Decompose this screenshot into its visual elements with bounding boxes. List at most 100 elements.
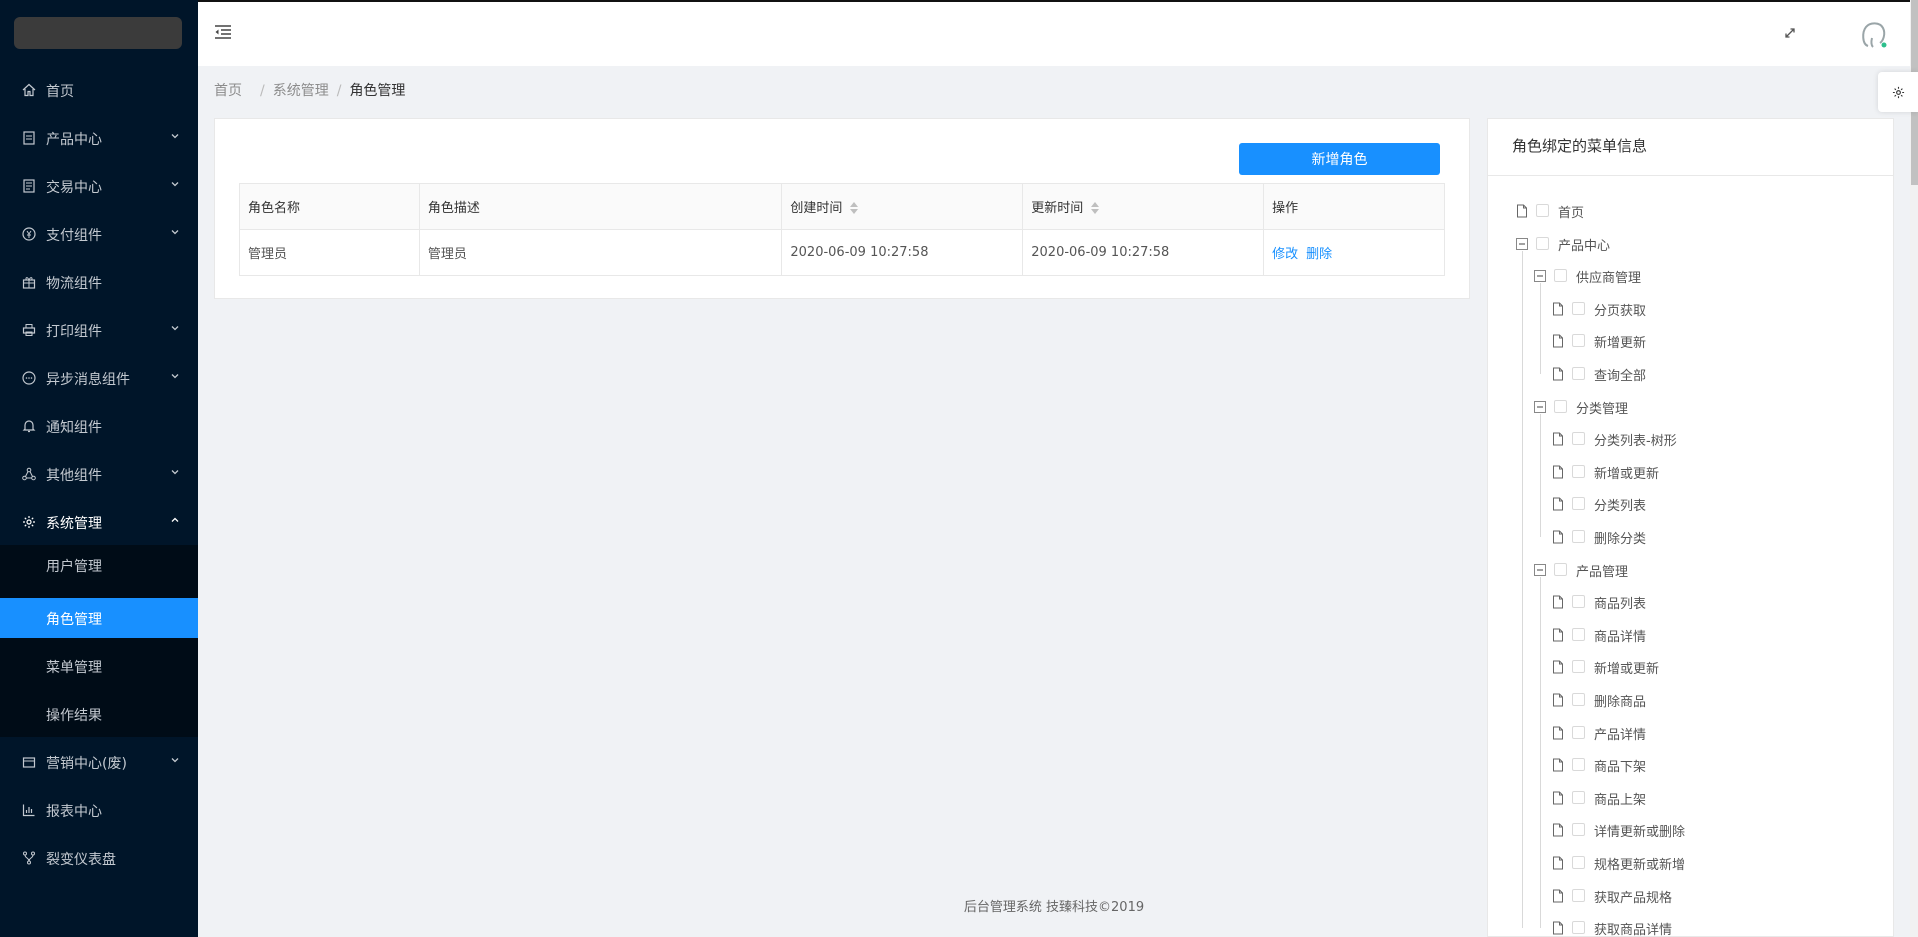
tree-node-label[interactable]: 详情更新或删除 bbox=[1594, 821, 1685, 840]
trade-icon bbox=[23, 179, 35, 193]
sidebar-subitem-users[interactable]: 用户管理 bbox=[0, 545, 198, 585]
tree-node-label[interactable]: 新增更新 bbox=[1594, 332, 1646, 351]
avatar[interactable] bbox=[1858, 18, 1890, 52]
edit-link[interactable]: 修改 bbox=[1272, 247, 1298, 262]
sidebar-subitem-menus[interactable]: 菜单管理 bbox=[0, 646, 198, 686]
settings-drawer-handle[interactable] bbox=[1878, 72, 1918, 112]
tree-checkbox[interactable] bbox=[1572, 627, 1585, 641]
tree-node-label[interactable]: 首页 bbox=[1558, 202, 1584, 221]
collapse-toggle-icon[interactable] bbox=[1534, 563, 1546, 578]
tree-checkbox[interactable] bbox=[1572, 921, 1585, 935]
file-icon bbox=[1552, 791, 1564, 805]
sidebar-item-marketing[interactable]: 营销中心(废) bbox=[0, 742, 198, 782]
sidebar-item-notification[interactable]: 通知组件 bbox=[0, 406, 198, 446]
column-header-updated[interactable]: 更新时间 bbox=[1022, 183, 1265, 230]
tree-checkbox[interactable] bbox=[1536, 204, 1549, 217]
fullscreen-icon[interactable] bbox=[1783, 26, 1797, 40]
file-icon bbox=[1552, 530, 1564, 544]
sidebar-item-trade[interactable]: 交易中心 bbox=[0, 166, 198, 206]
tree-checkbox[interactable] bbox=[1554, 399, 1567, 413]
collapse-toggle-icon[interactable] bbox=[1516, 237, 1528, 252]
sidebar-item-reports[interactable]: 报表中心 bbox=[0, 790, 198, 830]
sidebar-item-product[interactable]: 产品中心 bbox=[0, 118, 198, 158]
tree-checkbox[interactable] bbox=[1572, 334, 1585, 348]
tree-checkbox[interactable] bbox=[1572, 432, 1585, 446]
tree-node-label[interactable]: 产品详情 bbox=[1594, 724, 1646, 743]
tree-node-label[interactable]: 获取商品详情 bbox=[1594, 919, 1672, 936]
chevron-down-icon bbox=[171, 758, 179, 763]
breadcrumb-system[interactable]: 系统管理 bbox=[273, 80, 329, 100]
sidebar-subitem-operation-result[interactable]: 操作结果 bbox=[0, 694, 198, 734]
menu-fold-icon[interactable] bbox=[214, 24, 232, 40]
tree-node-label[interactable]: 商品上架 bbox=[1594, 789, 1646, 808]
sort-icon[interactable] bbox=[850, 201, 859, 214]
tree-checkbox[interactable] bbox=[1572, 725, 1585, 739]
tree-checkbox[interactable] bbox=[1572, 464, 1585, 478]
sidebar-item-payment[interactable]: 支付组件 bbox=[0, 214, 198, 254]
breadcrumb-separator: / bbox=[260, 83, 265, 99]
tree-node-label[interactable]: 供应商管理 bbox=[1576, 267, 1641, 286]
tree-checkbox[interactable] bbox=[1572, 301, 1585, 315]
sidebar-item-label: 营销中心(废) bbox=[46, 756, 127, 772]
column-header-created[interactable]: 创建时间 bbox=[781, 183, 1024, 230]
tree-node-label[interactable]: 产品管理 bbox=[1576, 561, 1628, 580]
sidebar-item-other[interactable]: 其他组件 bbox=[0, 454, 198, 494]
fork-icon bbox=[23, 851, 35, 865]
tree-node-label[interactable]: 商品详情 bbox=[1594, 626, 1646, 645]
breadcrumb-current: 角色管理 bbox=[349, 83, 406, 99]
table-header-row: 角色名称 角色描述 创建时间 更新时间 操作 bbox=[239, 183, 1445, 230]
tree-node-label[interactable]: 分类列表 bbox=[1594, 495, 1646, 514]
file-icon bbox=[1552, 693, 1564, 707]
gear-icon bbox=[1892, 86, 1905, 99]
tree-checkbox[interactable] bbox=[1572, 595, 1585, 609]
sidebar-item-async-message[interactable]: 异步消息组件 bbox=[0, 358, 198, 398]
tree-node-label[interactable]: 商品列表 bbox=[1594, 593, 1646, 612]
sidebar-item-logistics[interactable]: 物流组件 bbox=[0, 262, 198, 302]
file-icon bbox=[1552, 334, 1564, 348]
logo[interactable] bbox=[14, 17, 182, 49]
chevron-up-icon bbox=[171, 517, 179, 522]
chevron-down-icon bbox=[171, 470, 179, 475]
sidebar-item-fission-dashboard[interactable]: 裂变仪表盘 bbox=[0, 838, 198, 878]
delete-link[interactable]: 删除 bbox=[1306, 247, 1332, 262]
sidebar-item-label: 报表中心 bbox=[46, 804, 102, 820]
sort-icon[interactable] bbox=[1091, 201, 1100, 214]
tree-checkbox[interactable] bbox=[1572, 497, 1585, 511]
tree-node-label[interactable]: 查询全部 bbox=[1594, 365, 1646, 384]
breadcrumb-home[interactable]: 首页 bbox=[214, 80, 242, 100]
tree-node-label[interactable]: 新增或更新 bbox=[1594, 658, 1659, 677]
tree-node-label[interactable]: 分类列表-树形 bbox=[1594, 430, 1677, 449]
tree-checkbox[interactable] bbox=[1554, 562, 1567, 576]
sidebar: 首页 产品中心 交易中心 支付组件 物流组件 打印组件 异步消息组件 通知组件 … bbox=[0, 0, 198, 937]
tree-checkbox[interactable] bbox=[1572, 823, 1585, 837]
collapse-toggle-icon[interactable] bbox=[1534, 270, 1546, 284]
sidebar-item-system[interactable]: 系统管理 bbox=[0, 502, 198, 542]
sidebar-subitem-label: 角色管理 bbox=[46, 612, 102, 628]
tree-node-label[interactable]: 删除商品 bbox=[1594, 691, 1646, 710]
tree-node-label[interactable]: 商品下架 bbox=[1594, 756, 1646, 775]
sidebar-item-label: 其他组件 bbox=[46, 468, 102, 484]
sidebar-item-home[interactable]: 首页 bbox=[0, 70, 198, 110]
tree-node-label[interactable]: 规格更新或新增 bbox=[1594, 854, 1685, 873]
tree-node-label[interactable]: 产品中心 bbox=[1558, 235, 1610, 254]
sidebar-subitem-roles[interactable]: 角色管理 bbox=[0, 598, 198, 638]
tree-checkbox[interactable] bbox=[1572, 693, 1585, 706]
tree-checkbox[interactable] bbox=[1554, 269, 1567, 283]
cell-actions: 修改 删除 bbox=[1263, 229, 1445, 276]
tree-checkbox[interactable] bbox=[1572, 530, 1585, 543]
tree-checkbox[interactable] bbox=[1572, 790, 1585, 804]
tree-node-label[interactable]: 分类管理 bbox=[1576, 398, 1628, 417]
sidebar-item-print[interactable]: 打印组件 bbox=[0, 310, 198, 350]
tree-checkbox[interactable] bbox=[1572, 660, 1585, 674]
tree-checkbox[interactable] bbox=[1572, 856, 1585, 869]
message-icon bbox=[22, 371, 36, 385]
add-role-button[interactable]: 新增角色 bbox=[1239, 143, 1440, 175]
tree-node-label[interactable]: 删除分类 bbox=[1594, 528, 1646, 547]
tree-checkbox[interactable] bbox=[1572, 758, 1585, 772]
sidebar-item-label: 产品中心 bbox=[46, 132, 102, 148]
tree-checkbox[interactable] bbox=[1536, 236, 1549, 250]
tree-node-label[interactable]: 分页获取 bbox=[1594, 300, 1646, 319]
collapse-toggle-icon[interactable] bbox=[1534, 400, 1546, 415]
tree-node-label[interactable]: 新增或更新 bbox=[1594, 463, 1659, 482]
tree-checkbox[interactable] bbox=[1572, 367, 1585, 380]
